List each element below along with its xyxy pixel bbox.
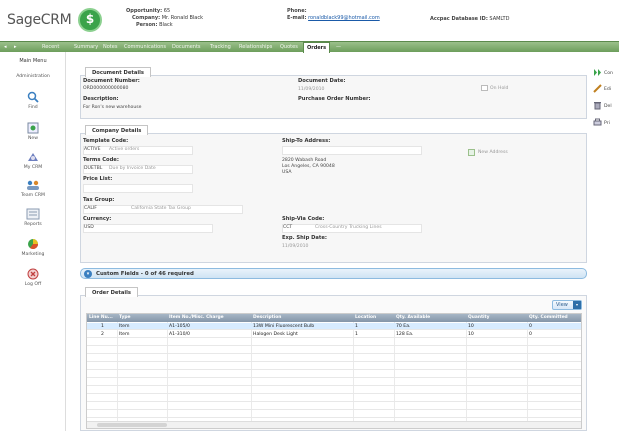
col-qty-committed[interactable]: Qty. Committed <box>529 315 568 320</box>
chevron-down-icon: ▾ <box>84 270 92 278</box>
reports-icon <box>26 208 40 220</box>
col-location[interactable]: Location <box>355 315 376 320</box>
header: SageCRM $ Opportunity: 65 Company: Mr. R… <box>0 0 619 40</box>
recent-dropdown[interactable]: Recent <box>42 44 59 50</box>
context-right: Accpac Database ID: SAMLTD <box>430 16 510 22</box>
tab-notes[interactable]: Notes <box>103 44 117 50</box>
menu-item-marketing[interactable]: Marketing <box>0 238 66 257</box>
tab-documents[interactable]: Documents <box>172 44 201 50</box>
context-left: Opportunity: 65 Company: Mr. Ronald Blac… <box>126 8 203 28</box>
col-description[interactable]: Description <box>253 315 281 320</box>
company-details-tab: Company Details <box>85 125 149 135</box>
price-list-field[interactable] <box>83 184 193 193</box>
tab-communications[interactable]: Communications <box>124 44 166 50</box>
menu-item-log-off[interactable]: Log Off <box>0 268 66 287</box>
menu-item-find[interactable]: Find <box>0 91 66 110</box>
tab-relationships[interactable]: Relationships <box>239 44 272 50</box>
doc-number-value: ORD000000000080 <box>83 86 129 91</box>
custom-fields-bar[interactable]: ▾ Custom Fields - 0 of 46 required <box>80 268 587 279</box>
forward-arrow-icon[interactable]: ▸ <box>14 44 17 50</box>
ship-to-address-field[interactable] <box>282 146 422 155</box>
action-buttons: Con Edi Del Pri <box>590 52 619 431</box>
grid-header: Line Nu... Type Item No./Misc. Charge De… <box>87 314 581 322</box>
edit-icon <box>593 84 602 93</box>
tab-quotes[interactable]: Quotes <box>280 44 298 50</box>
tab-orders[interactable]: Orders <box>303 42 331 53</box>
app-logo: SageCRM <box>7 12 72 28</box>
col-type[interactable]: Type <box>119 315 130 320</box>
document-details-tab: Document Details <box>85 67 151 77</box>
new-address-icon <box>468 149 475 156</box>
marketing-icon <box>28 239 38 249</box>
continue-icon <box>594 69 601 76</box>
main-menu-title: Main Menu <box>19 58 47 64</box>
print-icon <box>593 118 602 126</box>
new-address-link[interactable]: New Address <box>478 150 508 155</box>
col-qty-available[interactable]: Qty. Available <box>396 315 430 320</box>
email-link[interactable]: ronaldblack99@hotmail.com <box>308 15 380 21</box>
delete-button[interactable]: Del <box>593 101 612 110</box>
menu-item-reports[interactable]: Reports <box>0 208 66 227</box>
log-off-icon <box>27 268 39 280</box>
print-button[interactable]: Pri <box>593 118 610 127</box>
table-row[interactable]: 2 Item A1-310/0 Halogen Desk Light 1 128… <box>87 331 581 338</box>
document-details-panel: Document Details Document Number: ORD000… <box>80 67 587 119</box>
context-middle: Phone: E-mail: ronaldblack99@hotmail.com <box>287 8 380 21</box>
menu-item-administration[interactable]: Administration <box>0 74 66 79</box>
team-crm-icon <box>27 180 39 190</box>
find-icon <box>27 91 39 103</box>
col-line-number[interactable]: Line Nu... <box>89 315 113 320</box>
menu-item-my-crm[interactable]: My CRM <box>0 151 66 170</box>
on-hold-checkbox[interactable] <box>481 85 488 91</box>
tab-tracking[interactable]: Tracking <box>210 44 231 50</box>
back-arrow-icon[interactable]: ◂ <box>4 44 7 50</box>
order-details-tab: Order Details <box>85 287 139 297</box>
menu-item-new[interactable]: New <box>0 122 66 141</box>
exp-ship-date-value: 11/09/2010 <box>282 244 309 249</box>
table-row[interactable]: 1 Item A1-105/0 13W Mini Fluorescent Bul… <box>87 323 581 330</box>
edit-button[interactable]: Edi <box>593 84 611 93</box>
col-item-no[interactable]: Item No./Misc. Charge <box>169 315 224 320</box>
scrollbar-thumb[interactable] <box>97 423 167 427</box>
sage-logo-icon: $ <box>78 8 102 32</box>
delete-icon <box>594 102 601 110</box>
currency-field[interactable] <box>83 224 213 233</box>
doc-date-value: 11/09/2010 <box>298 87 325 92</box>
tab-more[interactable]: — <box>336 44 341 50</box>
main-menu: Main Menu Administration Find New My CRM… <box>0 52 66 431</box>
order-lines-grid: Line Nu... Type Item No./Misc. Charge De… <box>86 313 582 429</box>
menu-item-team-crm[interactable]: Team CRM <box>0 179 66 198</box>
description-value: For Ron's new warehouse <box>83 105 142 110</box>
col-quantity[interactable]: Quantity <box>468 315 490 320</box>
horizontal-scrollbar[interactable] <box>87 421 581 428</box>
tab-summary[interactable]: Summary <box>74 44 98 50</box>
company-details-panel: Company Details Template Code: ACTIVE Ac… <box>80 125 587 263</box>
continue-button[interactable]: Con <box>593 68 613 77</box>
view-dropdown-icon: ▾ <box>573 301 581 309</box>
my-crm-icon <box>28 153 38 161</box>
tab-bar: ◂ ▸ Recent Summary Notes Communications … <box>0 41 619 53</box>
new-icon <box>27 122 39 134</box>
view-button[interactable]: View ▾ <box>552 300 582 310</box>
